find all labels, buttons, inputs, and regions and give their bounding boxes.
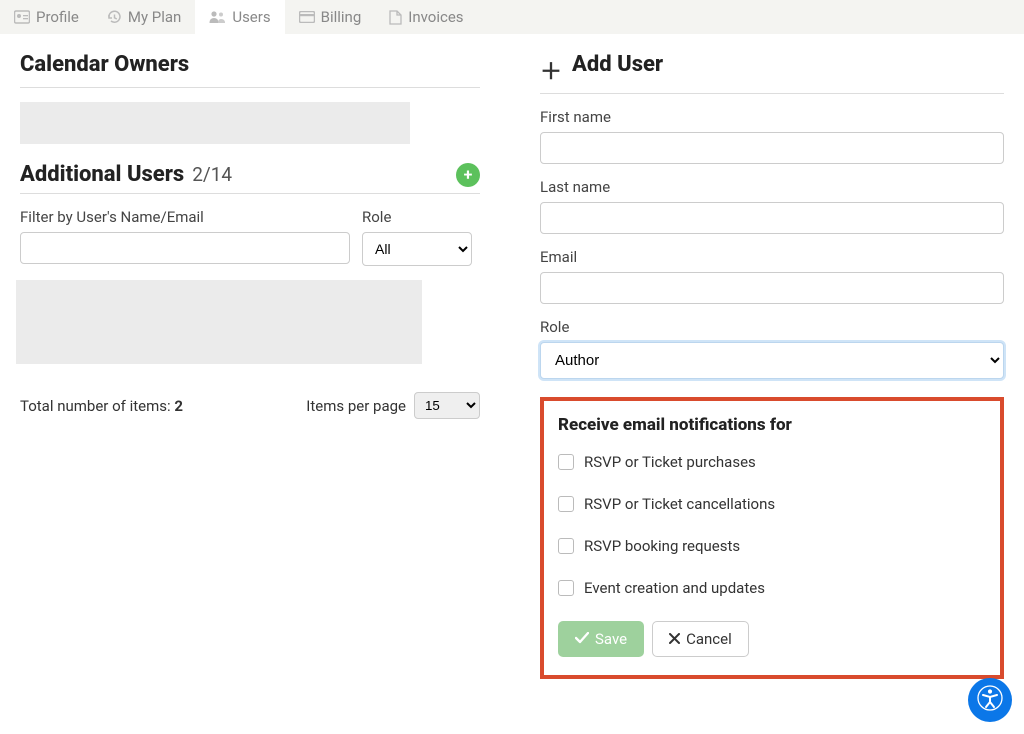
tab-label: Users: [232, 8, 270, 26]
filter-role-label: Role: [362, 208, 472, 226]
role-select[interactable]: Author: [540, 342, 1004, 379]
checkbox-rsvp-cancellations[interactable]: [558, 496, 574, 512]
notifications-title: Receive email notifications for: [558, 415, 986, 435]
tab-my-plan[interactable]: My Plan: [93, 0, 195, 34]
notifications-highlight: Receive email notifications for RSVP or …: [540, 397, 1004, 679]
email-label: Email: [540, 248, 1004, 266]
tab-billing[interactable]: Billing: [285, 0, 376, 34]
role-label: Role: [540, 318, 1004, 336]
divider: [20, 193, 480, 194]
tab-invoices[interactable]: Invoices: [375, 0, 477, 34]
last-name-input[interactable]: [540, 202, 1004, 234]
credit-card-icon: [299, 11, 315, 23]
ipp-select[interactable]: 15: [414, 392, 480, 419]
plus-icon: ＋: [540, 54, 562, 86]
save-button[interactable]: Save: [558, 621, 644, 657]
history-icon: [107, 10, 122, 25]
account-tabs: Profile My Plan Users Billing Invoices: [0, 0, 1024, 34]
check-icon: [575, 630, 589, 648]
calendar-owners-title: Calendar Owners: [20, 52, 480, 77]
users-count: 2/14: [192, 163, 232, 186]
tab-label: My Plan: [128, 8, 181, 26]
tab-label: Invoices: [408, 8, 463, 26]
add-user-title: Add User: [572, 52, 663, 77]
users-icon: [209, 10, 226, 24]
divider: [20, 87, 480, 88]
file-icon: [389, 10, 402, 25]
ipp-label: Items per page: [306, 397, 406, 415]
filter-role-select[interactable]: All: [362, 232, 472, 266]
email-input[interactable]: [540, 272, 1004, 304]
cancel-label: Cancel: [686, 630, 732, 648]
accessibility-button[interactable]: [968, 678, 1012, 722]
notif-label: RSVP booking requests: [584, 537, 740, 555]
cancel-button[interactable]: Cancel: [652, 621, 749, 657]
divider: [540, 93, 1004, 94]
plus-icon: +: [464, 165, 473, 184]
checkbox-rsvp-purchases[interactable]: [558, 454, 574, 470]
tab-label: Profile: [36, 8, 79, 26]
last-name-label: Last name: [540, 178, 1004, 196]
close-icon: [669, 630, 680, 648]
filter-name-label: Filter by User's Name/Email: [20, 208, 350, 226]
checkbox-event-updates[interactable]: [558, 580, 574, 596]
notif-label: RSVP or Ticket cancellations: [584, 495, 775, 513]
accessibility-icon: [977, 685, 1003, 715]
owner-placeholder: [20, 102, 410, 144]
filter-name-input[interactable]: [20, 232, 350, 264]
id-card-icon: [14, 10, 30, 24]
users-list-placeholder: [16, 280, 422, 364]
tab-label: Billing: [321, 8, 362, 26]
checkbox-booking-requests[interactable]: [558, 538, 574, 554]
notif-label: Event creation and updates: [584, 579, 765, 597]
tab-users[interactable]: Users: [195, 0, 284, 34]
first-name-label: First name: [540, 108, 1004, 126]
save-label: Save: [595, 630, 627, 648]
totals-text: Total number of items: 2: [20, 397, 183, 415]
notif-label: RSVP or Ticket purchases: [584, 453, 756, 471]
first-name-input[interactable]: [540, 132, 1004, 164]
add-user-circle-button[interactable]: +: [456, 163, 480, 187]
additional-users-title: Additional Users: [20, 162, 184, 187]
tab-profile[interactable]: Profile: [0, 0, 93, 34]
